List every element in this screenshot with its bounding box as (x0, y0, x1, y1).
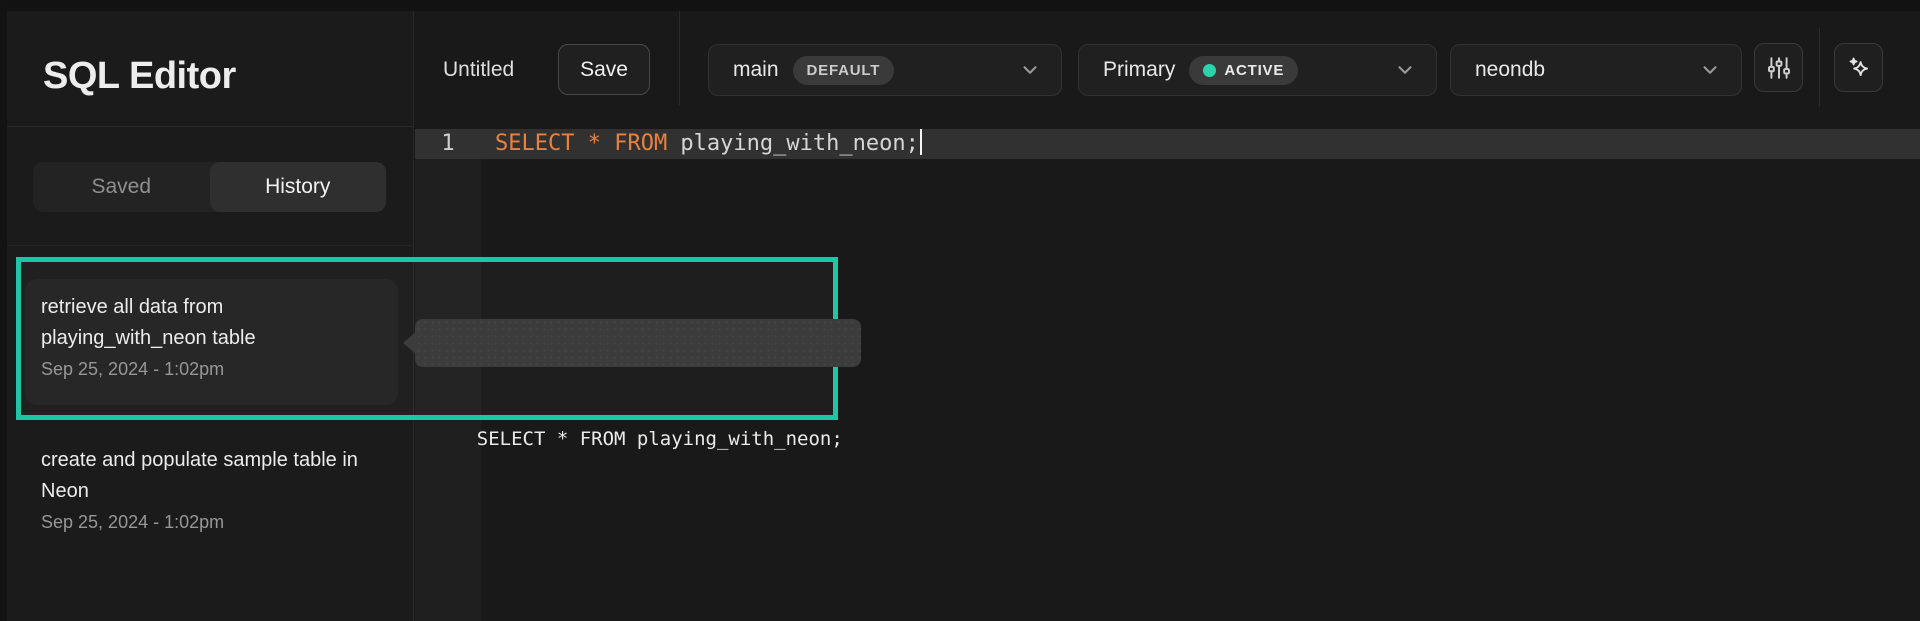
editor-line[interactable]: 1 SELECT * FROM playing_with_neon; (415, 129, 1920, 159)
history-item[interactable]: retrieve all data from playing_with_neon… (25, 279, 398, 405)
window-left-edge (0, 0, 7, 621)
toolbar-divider (1819, 28, 1820, 107)
tab-history[interactable]: History (210, 162, 387, 212)
database-selector[interactable]: neondb (1450, 44, 1742, 96)
status-dot (1203, 64, 1216, 77)
query-file-name[interactable]: Untitled (443, 58, 514, 82)
sliders-icon (1766, 55, 1792, 81)
sql-editor-window: SQL Editor Saved History Untitled Save m… (0, 0, 1920, 621)
branch-selector[interactable]: main DEFAULT (708, 44, 1062, 96)
history-item-title: create and populate sample table in Neon (41, 445, 382, 507)
branch-name: main (733, 58, 779, 82)
sidebar-list-divider (7, 245, 414, 246)
chevron-down-icon (1019, 59, 1041, 81)
sql-keywords: SELECT * FROM (495, 131, 667, 156)
line-number: 1 (415, 129, 481, 159)
text-cursor (920, 129, 922, 155)
chevron-down-icon (1699, 59, 1721, 81)
save-button[interactable]: Save (558, 44, 650, 95)
tooltip-query-text: SELECT * FROM playing_with_neon; (477, 428, 843, 450)
ai-assist-button[interactable] (1834, 43, 1883, 92)
history-item-timestamp: Sep 25, 2024 - 1:02pm (41, 512, 382, 533)
query-tooltip: SELECT * FROM playing_with_neon; (415, 319, 861, 367)
tab-saved[interactable]: Saved (33, 162, 210, 212)
compute-active-label: ACTIVE (1224, 62, 1284, 79)
chevron-down-icon (1394, 59, 1416, 81)
window-top-strip (0, 0, 1920, 11)
history-item[interactable]: create and populate sample table in Neon… (25, 432, 398, 546)
sidebar-tabs: Saved History (33, 162, 386, 212)
compute-selector[interactable]: Primary ACTIVE (1078, 44, 1437, 96)
toolbar-divider (679, 11, 680, 105)
sparkles-icon (1846, 55, 1872, 81)
page-title: SQL Editor (43, 55, 236, 98)
editor-code: SELECT * FROM playing_with_neon; (495, 129, 922, 159)
editor-settings-button[interactable] (1754, 43, 1803, 92)
database-name: neondb (1475, 58, 1545, 82)
sql-identifier: playing_with_neon; (667, 131, 919, 156)
history-item-title: retrieve all data from playing_with_neon… (41, 292, 382, 354)
history-item-timestamp: Sep 25, 2024 - 1:02pm (41, 359, 382, 380)
branch-default-badge: DEFAULT (793, 56, 895, 85)
tooltip-arrow-icon (403, 332, 416, 354)
sidebar-header-divider (7, 126, 414, 127)
compute-name: Primary (1103, 58, 1175, 82)
compute-active-badge: ACTIVE (1189, 56, 1298, 85)
